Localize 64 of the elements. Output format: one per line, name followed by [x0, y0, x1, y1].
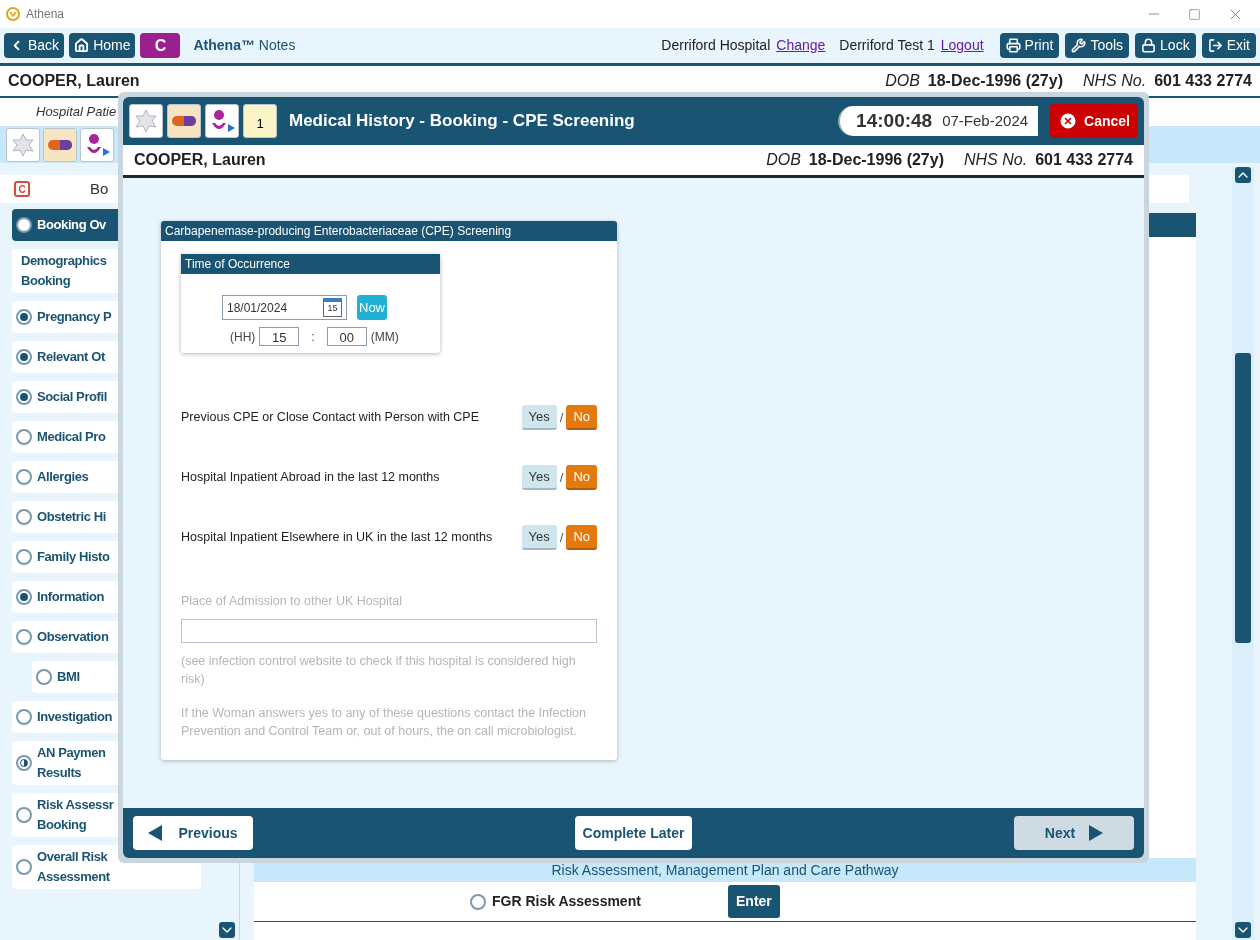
enter-button[interactable]: Enter [728, 885, 780, 918]
complete-later-button[interactable]: Complete Later [574, 816, 693, 850]
patient-name: COOPER, Lauren [8, 71, 140, 91]
minutes-label: (MM) [370, 328, 399, 346]
answer-toggle[interactable]: Yes [521, 405, 557, 430]
house-icon [74, 38, 90, 53]
calendar-icon[interactable]: 15 [323, 298, 342, 317]
app-logo-icon [6, 7, 20, 21]
subheader-text: Hospital Patie [36, 103, 117, 122]
right-triangle-icon [1089, 825, 1104, 841]
nhs-label: NHS No. [1083, 71, 1147, 91]
toolbar-button[interactable]: Exit [1201, 33, 1256, 58]
nav-button[interactable]: Back [4, 33, 65, 58]
toolbar-button[interactable]: Lock [1135, 33, 1196, 58]
scroll-down-icon[interactable] [219, 922, 235, 938]
hospital-name: Derriford Hospital [661, 36, 771, 55]
dob-value: 18-Dec-1996 (27y) [927, 71, 1063, 91]
toolbar-button[interactable]: Print [999, 33, 1060, 58]
logout-link[interactable]: Logout [940, 35, 984, 56]
clock-time: 14:00:48 [856, 108, 933, 133]
band-title: Risk Assessment, Management Plan and Care Pathway [551, 860, 899, 880]
answer-toggle[interactable]: Yes [521, 525, 557, 550]
change-link[interactable]: Change [776, 35, 826, 56]
option-separator: / [559, 528, 564, 547]
badge-button[interactable]: C [140, 33, 181, 58]
dialog-title: Medical History - Booking - CPE Screening [289, 110, 635, 133]
nhs-number: 601 433 2774 [1154, 71, 1252, 91]
wrench-icon [1071, 38, 1087, 53]
nav-button[interactable]: Home [69, 33, 136, 58]
pill-icon[interactable] [43, 127, 77, 162]
previous-button[interactable]: Previous [133, 816, 253, 850]
left-triangle-icon [148, 825, 163, 841]
clock-date: 07-Feb-2024 [942, 110, 1029, 131]
time-separator: : [311, 328, 315, 346]
hours-label: (HH) [230, 328, 256, 346]
app-title: Athena™ Notes [193, 36, 296, 55]
dob-label: DOB [885, 71, 920, 91]
date-field[interactable]: 18/01/2024 15 [222, 295, 347, 320]
checklist-c-icon: C [14, 181, 30, 197]
dob-value: 18-Dec-1996 (27y) [808, 150, 944, 170]
notepad-button[interactable]: 1 [243, 104, 277, 138]
minutes-field[interactable]: 00 [326, 327, 367, 346]
sidebar-header: Bo [90, 178, 109, 199]
printer-icon [1005, 38, 1021, 53]
option-separator: / [559, 468, 564, 487]
assessment-label: FGR Risk Assessment [492, 892, 642, 911]
exit-icon [1207, 38, 1223, 53]
nhs-label: NHS No. [964, 150, 1028, 170]
dob-label: DOB [766, 150, 801, 170]
scroll-up-icon[interactable] [1235, 167, 1251, 183]
padlock-icon [1141, 38, 1157, 53]
nhs-number: 601 433 2774 [1035, 150, 1133, 170]
hours-field[interactable]: 15 [259, 327, 300, 346]
scrollbar-thumb[interactable] [1235, 353, 1251, 643]
scroll-down-icon[interactable] [1235, 922, 1251, 938]
option-separator: / [559, 408, 564, 427]
patient-name: COOPER, Lauren [134, 150, 266, 170]
close-circle-icon [1058, 111, 1079, 131]
pill-icon[interactable] [167, 104, 201, 138]
window-title: Athena [26, 6, 65, 23]
toolbar-button[interactable]: Tools [1065, 33, 1130, 58]
cancel-button[interactable]: Cancel [1050, 104, 1138, 138]
answer-toggle[interactable]: Yes [521, 465, 557, 490]
user-name: Derriford Test 1 [839, 36, 935, 55]
